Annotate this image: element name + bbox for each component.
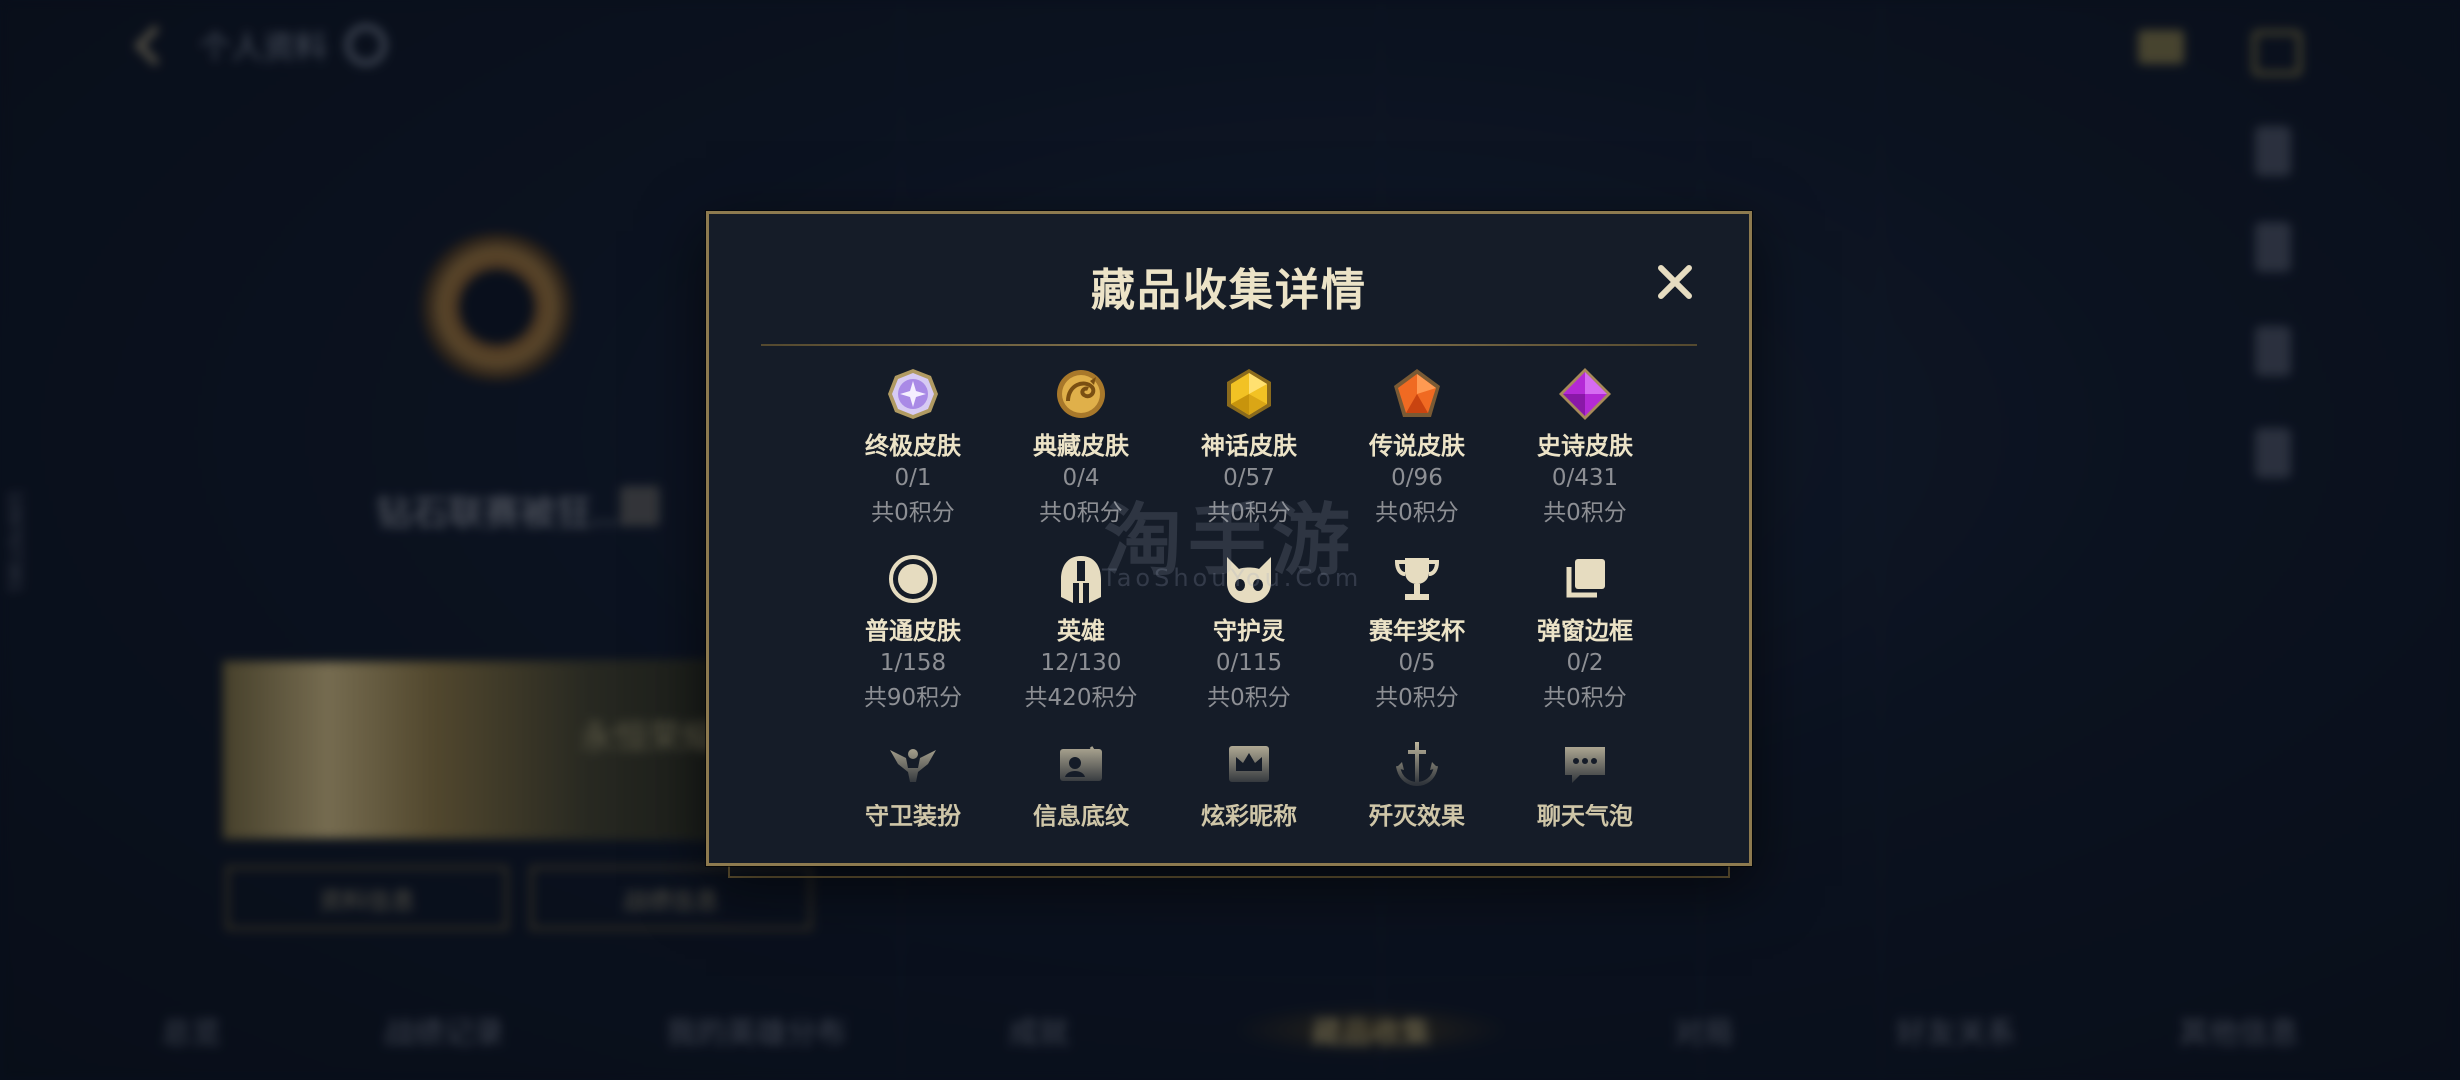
collection-item-legendary-skin[interactable]: 传说皮肤 0/96 共0积分 [1333,366,1501,527]
item-count: 1/158 [879,650,947,676]
collection-item-mythic-skin[interactable]: 神话皮肤 0/57 共0积分 [1165,366,1333,527]
item-points: 共0积分 [1039,500,1123,526]
item-count: 0/57 [1223,465,1275,491]
stacked-frames-icon [1557,551,1613,607]
dragon-medallion-icon [1053,366,1109,422]
ultimate-gem-icon [885,366,941,422]
collection-item-info-pattern[interactable]: 信息底纹 [997,736,1165,831]
cat-face-icon [1221,551,1277,607]
collection-item-normal-skin[interactable]: 普通皮肤 1/158 共90积分 [829,551,997,712]
trophy-icon [1389,551,1445,607]
item-name: 传说皮肤 [1369,432,1465,460]
item-name: 炫彩昵称 [1201,802,1297,830]
item-points: 共0积分 [1207,500,1291,526]
orange-gem-icon [1389,366,1445,422]
item-name: 终极皮肤 [865,432,961,460]
item-points: 共90积分 [863,685,963,711]
item-name: 普通皮肤 [865,617,961,645]
collection-item-kill-effect[interactable]: 歼灭效果 [1333,736,1501,831]
item-name: 歼灭效果 [1369,802,1465,830]
item-count: 0/431 [1551,465,1619,491]
collection-item-trophy[interactable]: 赛年奖杯 0/5 共0积分 [1333,551,1501,712]
ward-icon [885,736,941,792]
sword-anchor-icon [1389,736,1445,792]
close-icon[interactable] [1653,260,1697,304]
item-name: 神话皮肤 [1201,432,1297,460]
circle-target-icon [885,551,941,607]
item-points: 共0积分 [871,500,955,526]
item-name: 典藏皮肤 [1033,432,1129,460]
purple-gem-icon [1557,366,1613,422]
item-count: 12/130 [1040,650,1122,676]
item-count: 0/96 [1391,465,1443,491]
item-name: 守护灵 [1213,617,1285,645]
item-count: 0/1 [894,465,932,491]
item-count: 0/115 [1215,650,1283,676]
collection-item-ultimate-skin[interactable]: 终极皮肤 0/1 共0积分 [829,366,997,527]
modal-frame-shadow [728,866,1730,878]
collection-item-ward-skin[interactable]: 守卫装扮 [829,736,997,831]
item-name: 赛年奖杯 [1369,617,1465,645]
item-name: 英雄 [1057,617,1105,645]
helmet-icon [1053,551,1109,607]
profile-card-icon [1053,736,1109,792]
collection-grid: 终极皮肤 0/1 共0积分 典藏皮肤 0/4 共0积分 神话皮肤 0/57 共0… [829,366,1669,831]
collection-item-hero[interactable]: 英雄 12/130 共420积分 [997,551,1165,712]
item-name: 弹窗边框 [1537,617,1633,645]
collection-item-color-nickname[interactable]: 炫彩昵称 [1165,736,1333,831]
modal-title: 藏品收集详情 [1091,265,1367,316]
close-button[interactable] [1653,260,1697,304]
item-count: 0/5 [1398,650,1436,676]
collection-item-popup-frame[interactable]: 弹窗边框 0/2 共0积分 [1501,551,1669,712]
item-count: 0/4 [1062,465,1100,491]
item-points: 共0积分 [1375,500,1459,526]
chat-bubble-icon [1557,736,1613,792]
collection-item-classic-skin[interactable]: 典藏皮肤 0/4 共0积分 [997,366,1165,527]
item-name: 史诗皮肤 [1537,432,1633,460]
collection-item-epic-skin[interactable]: 史诗皮肤 0/431 共0积分 [1501,366,1669,527]
crown-card-icon [1221,736,1277,792]
item-points: 共0积分 [1375,685,1459,711]
gold-gem-icon [1221,366,1277,422]
item-name: 信息底纹 [1033,802,1129,830]
item-name: 聊天气泡 [1537,802,1633,830]
item-points: 共0积分 [1543,500,1627,526]
item-points: 共0积分 [1543,685,1627,711]
item-points: 共420积分 [1024,685,1138,711]
title-divider [761,344,1697,346]
collection-detail-modal: 藏品收集详情 终极皮肤 0/1 共0积分 典藏皮肤 0/4 共0积分 神话皮肤 … [706,211,1752,866]
item-points: 共0积分 [1207,685,1291,711]
collection-item-chat-bubble[interactable]: 聊天气泡 [1501,736,1669,831]
collection-item-guardian[interactable]: 守护灵 0/115 共0积分 [1165,551,1333,712]
item-name: 守卫装扮 [865,802,961,830]
item-count: 0/2 [1566,650,1604,676]
